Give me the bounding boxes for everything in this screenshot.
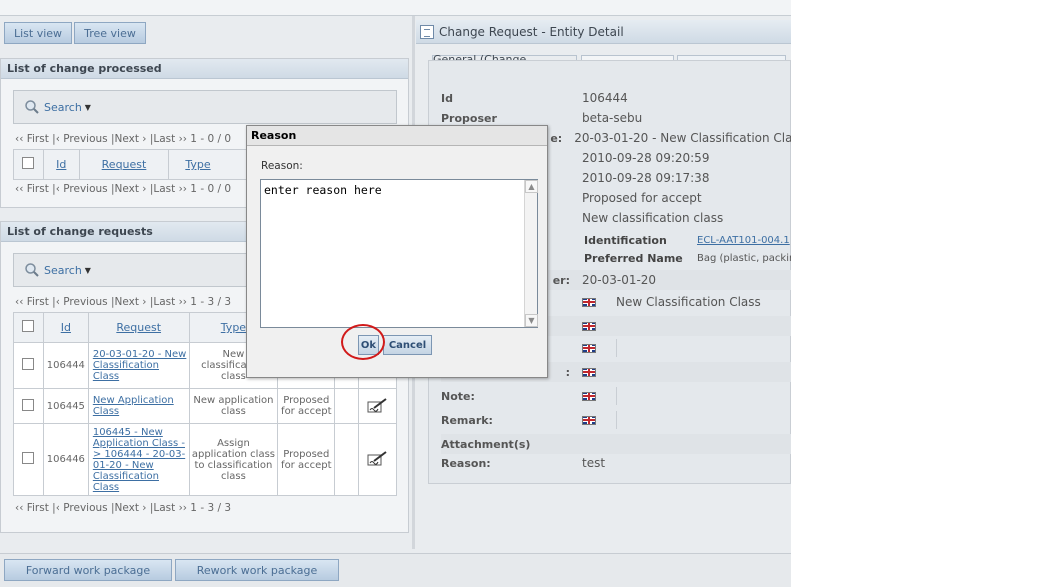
field-identification: Identification ECL-AAT101-004.1 — [584, 233, 790, 247]
chevron-down-icon[interactable]: ▼ — [85, 266, 91, 275]
table-row: 106446 106445 - New Application Class ->… — [13, 423, 397, 496]
row-id: 106446 — [42, 423, 89, 496]
row-status: Proposed for accept — [277, 388, 336, 424]
uk-flag-icon — [582, 415, 596, 425]
column-header-id[interactable]: Id — [42, 149, 80, 180]
field-id: Id 106444 — [441, 91, 628, 105]
detail-title: Change Request - Entity Detail — [439, 24, 624, 39]
column-header-request[interactable]: Request — [78, 149, 170, 180]
pager-top[interactable]: ‹‹ First |‹ Previous |Next › |Last ›› 1 … — [15, 296, 231, 308]
tree-view-tab[interactable]: Tree view — [74, 22, 146, 44]
select-all-checkbox[interactable] — [13, 149, 44, 180]
chevron-down-icon[interactable]: ▼ — [85, 103, 91, 112]
field-attachments: Attachment(s) — [441, 434, 791, 454]
row-checkbox[interactable] — [13, 342, 44, 389]
row-request-link[interactable]: New Application Class — [87, 388, 190, 424]
row-type: Assign application class to classificati… — [188, 423, 279, 496]
field-note: Note: — [441, 386, 791, 406]
forward-work-package-button[interactable]: Forward work package — [4, 559, 172, 581]
scroll-up-icon[interactable]: ▲ — [525, 180, 538, 193]
row-status: Proposed for accept — [277, 423, 336, 496]
identification-link[interactable]: ECL-AAT101-004.1 — [697, 235, 790, 246]
row-id: 106445 — [42, 388, 89, 424]
row-checkbox[interactable] — [13, 423, 44, 496]
rework-work-package-button[interactable]: Rework work package — [175, 559, 339, 581]
top-strip — [0, 0, 791, 16]
processed-search-bar[interactable]: Search ▼ — [13, 90, 397, 124]
search-icon — [25, 100, 39, 114]
table-row: 106445 New Application Class New applica… — [13, 388, 397, 424]
pager-top[interactable]: ‹‹ First |‹ Previous |Next › |Last ›› 1 … — [15, 133, 231, 145]
uk-flag-icon — [582, 343, 596, 353]
cancel-button[interactable]: Cancel — [383, 335, 432, 355]
uk-flag-icon — [582, 367, 596, 377]
dialog-title: Reason — [247, 126, 547, 146]
textarea-scrollbar[interactable]: ▲ ▼ — [524, 180, 538, 327]
uk-flag-icon — [582, 391, 596, 401]
edit-action[interactable] — [358, 423, 397, 496]
uk-flag-icon — [582, 321, 596, 331]
select-all-checkbox[interactable] — [13, 312, 44, 343]
edit-sign-icon[interactable] — [367, 397, 389, 413]
detail-header: Change Request - Entity Detail — [416, 20, 791, 44]
edit-sign-icon[interactable] — [367, 450, 389, 466]
column-header-request[interactable]: Request — [87, 312, 190, 343]
edit-action[interactable] — [358, 388, 397, 424]
search-label[interactable]: Search — [44, 101, 82, 114]
field-remark: Remark: — [441, 410, 791, 430]
column-header-id[interactable]: Id — [42, 312, 89, 343]
uk-flag-icon — [582, 297, 596, 307]
row-request-link[interactable]: 106445 - New Application Class -> 106444… — [87, 423, 190, 496]
search-label[interactable]: Search — [44, 264, 82, 277]
ok-button[interactable]: Ok — [358, 335, 379, 355]
reason-textarea[interactable] — [260, 179, 538, 328]
pager-bottom[interactable]: ‹‹ First |‹ Previous |Next › |Last ›› 1 … — [15, 183, 231, 195]
panel-title: List of change processed — [1, 59, 408, 79]
row-type: New application class — [188, 388, 279, 424]
field-preferred-name: Preferred NameBag (plastic, packing) — [584, 251, 791, 265]
application-window: List view Tree view List of change proce… — [0, 0, 791, 587]
window-icon — [420, 24, 434, 39]
processed-table: Id Request Type — [13, 149, 253, 180]
row-id: 106444 — [42, 342, 89, 389]
column-header-type[interactable]: Type — [168, 149, 253, 180]
row-checkbox[interactable] — [13, 388, 44, 424]
search-icon — [25, 263, 39, 277]
list-view-tab[interactable]: List view — [4, 22, 72, 44]
row-request-link[interactable]: 20-03-01-20 - New Classification Class — [87, 342, 190, 389]
reason-dialog: Reason Reason: ▲ ▼ Ok Cancel — [246, 125, 548, 378]
field-reason: Reason: test — [441, 456, 606, 470]
reason-label: Reason: — [261, 160, 303, 172]
pager-bottom[interactable]: ‹‹ First |‹ Previous |Next › |Last ›› 1 … — [15, 502, 231, 514]
scroll-down-icon[interactable]: ▼ — [525, 314, 538, 327]
